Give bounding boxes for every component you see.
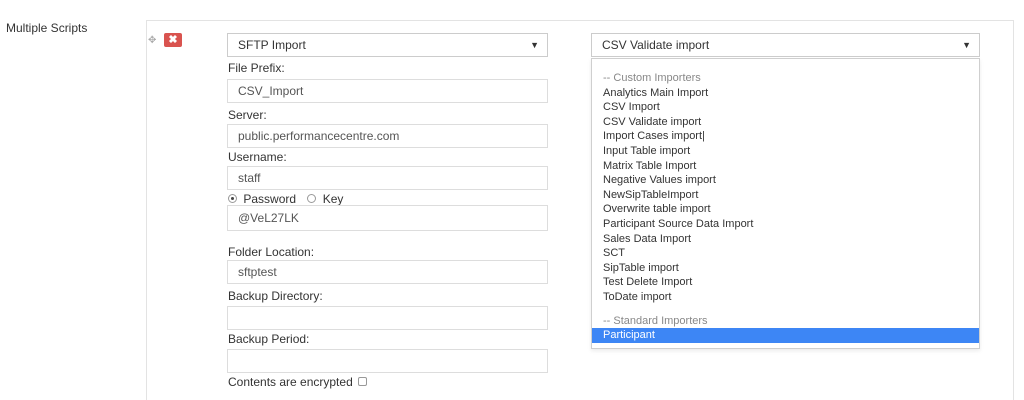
backup-directory-label: Backup Directory: — [228, 289, 323, 303]
dropdown-option[interactable]: SipTable import — [592, 261, 979, 276]
encrypted-checkbox[interactable] — [358, 377, 368, 387]
file-prefix-label: File Prefix: — [228, 61, 285, 75]
dropdown-option[interactable]: Participant Source Data Import — [592, 217, 979, 232]
key-radio[interactable] — [307, 194, 317, 204]
dropdown-option[interactable]: Matrix Table Import — [592, 159, 979, 174]
section-label: Multiple Scripts — [6, 21, 88, 35]
remove-script-button[interactable]: ✖ — [164, 33, 182, 47]
script-select-value: CSV Validate import — [602, 38, 710, 52]
move-icon[interactable]: ✥ — [148, 36, 158, 46]
dropdown-option[interactable]: ToDate import — [592, 290, 979, 305]
password-input[interactable]: @VeL27LK — [227, 205, 548, 231]
dropdown-option[interactable]: Negative Values import — [592, 173, 979, 188]
file-prefix-input[interactable]: CSV_Import — [227, 79, 548, 103]
backup-period-label: Backup Period: — [228, 332, 310, 346]
encrypted-row: Contents are encrypted — [228, 375, 368, 389]
dropdown-group-standard: -- Standard Importers — [603, 314, 708, 327]
password-radio-label: Password — [243, 192, 297, 206]
dropdown-group-custom: -- Custom Importers — [603, 72, 701, 84]
auth-method-group: Password Key — [228, 192, 343, 206]
caret-down-icon: ▼ — [530, 40, 539, 50]
dropdown-option[interactable]: NewSipTableImport — [592, 188, 979, 203]
dropdown-option[interactable]: Test Delete Import — [592, 275, 979, 290]
username-input[interactable]: staff — [227, 166, 548, 190]
server-label: Server: — [228, 108, 267, 122]
script-select[interactable]: CSV Validate import ▼ — [591, 33, 980, 57]
dropdown-option[interactable]: Import Cases import| — [592, 129, 979, 144]
backup-period-input[interactable] — [227, 349, 548, 373]
script-dropdown-list: -- Custom Importers Analytics Main Impor… — [591, 58, 980, 349]
importer-type-value: SFTP Import — [238, 38, 306, 52]
dropdown-option[interactable]: Overwrite table import — [592, 202, 979, 217]
dropdown-option-highlighted[interactable]: Participant — [592, 328, 979, 343]
importer-type-select[interactable]: SFTP Import ▼ — [227, 33, 548, 57]
key-radio-label: Key — [322, 192, 344, 206]
folder-location-input[interactable]: sftptest — [227, 260, 548, 284]
caret-down-icon: ▼ — [962, 40, 971, 50]
dropdown-option[interactable]: CSV Validate import — [592, 115, 979, 130]
password-radio[interactable] — [228, 194, 237, 204]
dropdown-option[interactable]: CSV Import — [592, 100, 979, 115]
folder-location-label: Folder Location: — [228, 245, 315, 259]
username-label: Username: — [228, 150, 287, 164]
dropdown-option[interactable]: SCT — [592, 246, 979, 261]
encrypted-label: Contents are encrypted — [228, 375, 353, 389]
server-input[interactable]: public.performancecentre.com — [227, 124, 548, 148]
dropdown-option[interactable]: Analytics Main Import — [592, 86, 979, 101]
close-icon: ✖ — [168, 34, 178, 46]
dropdown-option[interactable]: Sales Data Import — [592, 232, 979, 247]
backup-directory-input[interactable] — [227, 306, 548, 330]
dropdown-option[interactable]: Input Table import — [592, 144, 979, 159]
